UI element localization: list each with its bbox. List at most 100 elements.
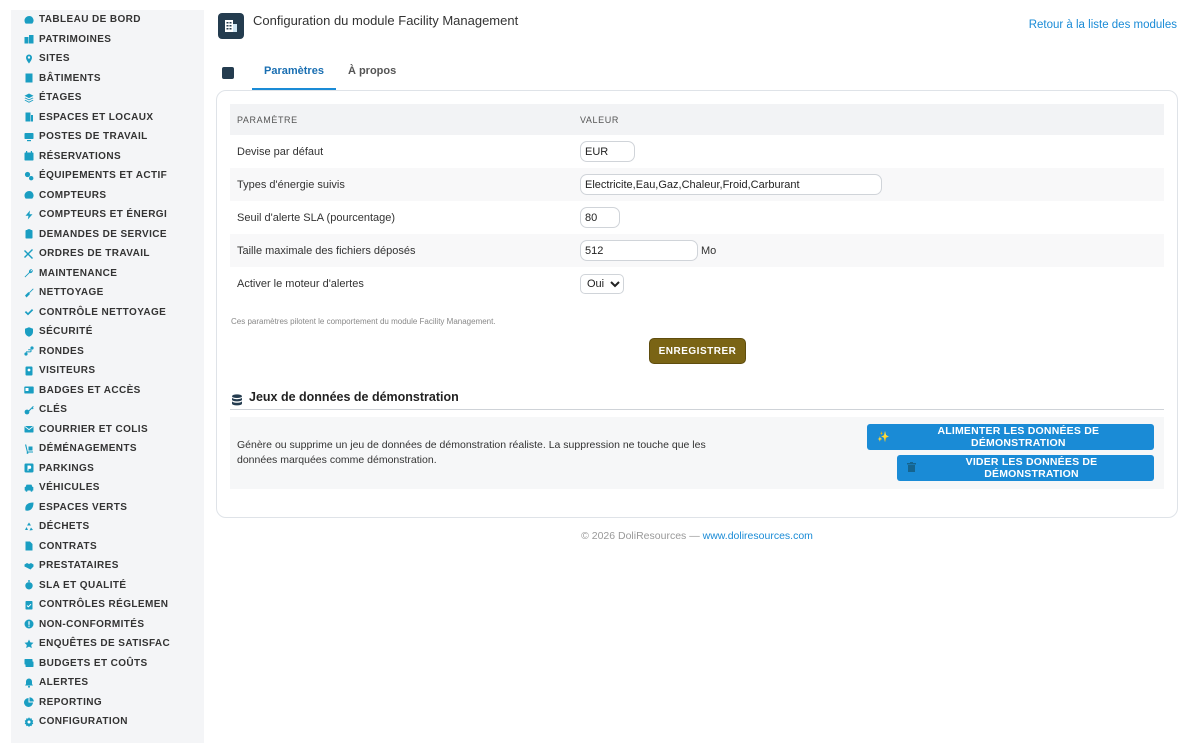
- param-label: Taille maximale des fichiers déposés: [230, 234, 573, 267]
- sidebar-item[interactable]: Réservations: [11, 147, 204, 167]
- sla-threshold-input[interactable]: [580, 207, 620, 228]
- sidebar-item[interactable]: Enquêtes de satisfac: [11, 634, 204, 654]
- sidebar-item[interactable]: SLA et qualité: [11, 576, 204, 596]
- sidebar-item[interactable]: Compteurs et énergi: [11, 205, 204, 225]
- sidebar-item-label: Contrôle nettoyage: [39, 306, 167, 318]
- sidebar-item-label: Budgets et coûts: [39, 657, 148, 669]
- page-footer: © 2026 DoliResources — www.doliresources…: [0, 530, 1200, 542]
- sidebar-item[interactable]: Clés: [11, 400, 204, 420]
- sidebar-item-label: Prestataires: [39, 560, 119, 572]
- sidebar-item[interactable]: Prestataires: [11, 556, 204, 576]
- param-value-cell: Mo: [573, 234, 1164, 267]
- bell-icon: [24, 678, 34, 688]
- tab-parametres[interactable]: Paramètres: [252, 58, 336, 90]
- sidebar-item-label: Enquêtes de satisfac: [39, 638, 171, 650]
- sidebar-item[interactable]: Ordres de travail: [11, 244, 204, 264]
- sidebar-item-label: Compteurs et énergi: [39, 209, 168, 221]
- sidebar-item-label: Sécurité: [39, 326, 93, 338]
- sidebar-item[interactable]: Nettoyage: [11, 283, 204, 303]
- currency-input[interactable]: [580, 141, 635, 162]
- calendar-icon: [24, 151, 34, 161]
- sidebar: Tableau de bord Patrimoines Sites Bâtiments…: [11, 10, 204, 743]
- demo-section-header: Jeux de données de démonstration: [230, 384, 1164, 410]
- seed-demo-data-button[interactable]: ✨ ALIMENTER LES DONNÉES DE DÉMONSTRATION: [867, 424, 1154, 450]
- sidebar-item[interactable]: Véhicules: [11, 478, 204, 498]
- module-logo-icon: [218, 13, 244, 39]
- sidebar-menu: Tableau de bord Patrimoines Sites Bâtiments…: [11, 10, 204, 732]
- sidebar-item-label: Espaces et locaux: [39, 111, 154, 123]
- alert-engine-select[interactable]: Oui: [580, 273, 624, 294]
- sidebar-item-label: Ordres de travail: [39, 248, 150, 260]
- door-icon: [24, 112, 34, 122]
- table-row: Activer le moteur d'alertes Oui: [230, 267, 1164, 300]
- sidebar-item[interactable]: Parkings: [11, 459, 204, 479]
- sidebar-item[interactable]: Rondes: [11, 342, 204, 362]
- params-note: Ces paramètres pilotent le comportement …: [231, 317, 496, 326]
- sidebar-item[interactable]: Maintenance: [11, 264, 204, 284]
- exclamation-icon: [24, 619, 34, 629]
- param-value-cell: [573, 168, 1164, 201]
- sidebar-item-label: Bâtiments: [39, 72, 101, 84]
- module-tab-icon: [222, 67, 234, 79]
- sidebar-item[interactable]: Postes de travail: [11, 127, 204, 147]
- sidebar-item[interactable]: Demandes de service: [11, 225, 204, 245]
- table-header-row: Paramètre Valeur: [230, 104, 1164, 135]
- sidebar-item-label: Alertes: [39, 677, 89, 689]
- sidebar-item[interactable]: Bâtiments: [11, 69, 204, 89]
- sidebar-item[interactable]: Sites: [11, 49, 204, 69]
- clipboard-check-icon: [24, 600, 34, 610]
- money-icon: [24, 658, 34, 668]
- sidebar-item[interactable]: Visiteurs: [11, 361, 204, 381]
- sidebar-item[interactable]: Reporting: [11, 693, 204, 713]
- sidebar-item[interactable]: Courrier et colis: [11, 420, 204, 440]
- leaf-icon: [24, 502, 34, 512]
- energy-types-input[interactable]: [580, 174, 882, 195]
- sidebar-item[interactable]: Contrôles réglemen: [11, 595, 204, 615]
- id-badge-icon: [24, 366, 34, 376]
- sidebar-item[interactable]: Badges et accès: [11, 381, 204, 401]
- sidebar-item-label: Nettoyage: [39, 287, 104, 299]
- car-icon: [24, 483, 34, 493]
- seed-demo-data-label: ALIMENTER LES DONNÉES DE DÉMONSTRATION: [937, 425, 1100, 449]
- sidebar-item[interactable]: Compteurs: [11, 186, 204, 206]
- sidebar-item[interactable]: Alertes: [11, 673, 204, 693]
- page-title: Configuration du module Facility Managem…: [253, 13, 519, 28]
- sidebar-item[interactable]: Sécurité: [11, 322, 204, 342]
- monitor-icon: [24, 132, 34, 142]
- key-icon: [24, 405, 34, 415]
- sidebar-item-label: Équipements et actif: [39, 170, 168, 182]
- sidebar-item[interactable]: Espaces verts: [11, 498, 204, 518]
- sidebar-item[interactable]: Patrimoines: [11, 30, 204, 50]
- save-button[interactable]: ENREGISTRER: [649, 338, 746, 364]
- layers-icon: [24, 93, 34, 103]
- demo-description: Génère ou supprime un jeu de données de …: [237, 439, 706, 466]
- table-row: Seuil d'alerte SLA (pourcentage): [230, 201, 1164, 234]
- sidebar-item-label: Maintenance: [39, 267, 118, 279]
- sidebar-item[interactable]: Déménagements: [11, 439, 204, 459]
- clear-demo-data-button[interactable]: VIDER LES DONNÉES DE DÉMONSTRATION: [897, 455, 1154, 481]
- sidebar-item[interactable]: Contrôle nettoyage: [11, 303, 204, 323]
- sidebar-item[interactable]: Équipements et actif: [11, 166, 204, 186]
- sidebar-item[interactable]: Configuration: [11, 712, 204, 732]
- max-file-size-input[interactable]: [580, 240, 698, 261]
- gear-icon: [24, 717, 34, 727]
- column-header-param: Paramètre: [230, 104, 573, 135]
- building-icon: [24, 73, 34, 83]
- sidebar-item[interactable]: Budgets et coûts: [11, 654, 204, 674]
- footer-website-link[interactable]: www.doliresources.com: [703, 530, 813, 542]
- sidebar-item[interactable]: Étages: [11, 88, 204, 108]
- table-row: Devise par défaut: [230, 135, 1164, 168]
- sidebar-item[interactable]: Non-conformités: [11, 615, 204, 635]
- param-label: Seuil d'alerte SLA (pourcentage): [237, 211, 396, 224]
- bolt-icon: [24, 210, 34, 220]
- broom-icon: [24, 288, 34, 298]
- table-row: Types d'énergie suivis: [230, 168, 1164, 201]
- tab-a-propos[interactable]: À propos: [336, 58, 408, 90]
- sidebar-item[interactable]: Tableau de bord: [11, 10, 204, 30]
- back-to-modules-link[interactable]: Retour à la liste des modules: [1029, 19, 1177, 31]
- sidebar-item-label: Étages: [39, 92, 82, 104]
- database-icon: [231, 391, 243, 405]
- shield-icon: [24, 327, 34, 337]
- sidebar-item-label: Déménagements: [39, 443, 137, 455]
- sidebar-item[interactable]: Espaces et locaux: [11, 108, 204, 128]
